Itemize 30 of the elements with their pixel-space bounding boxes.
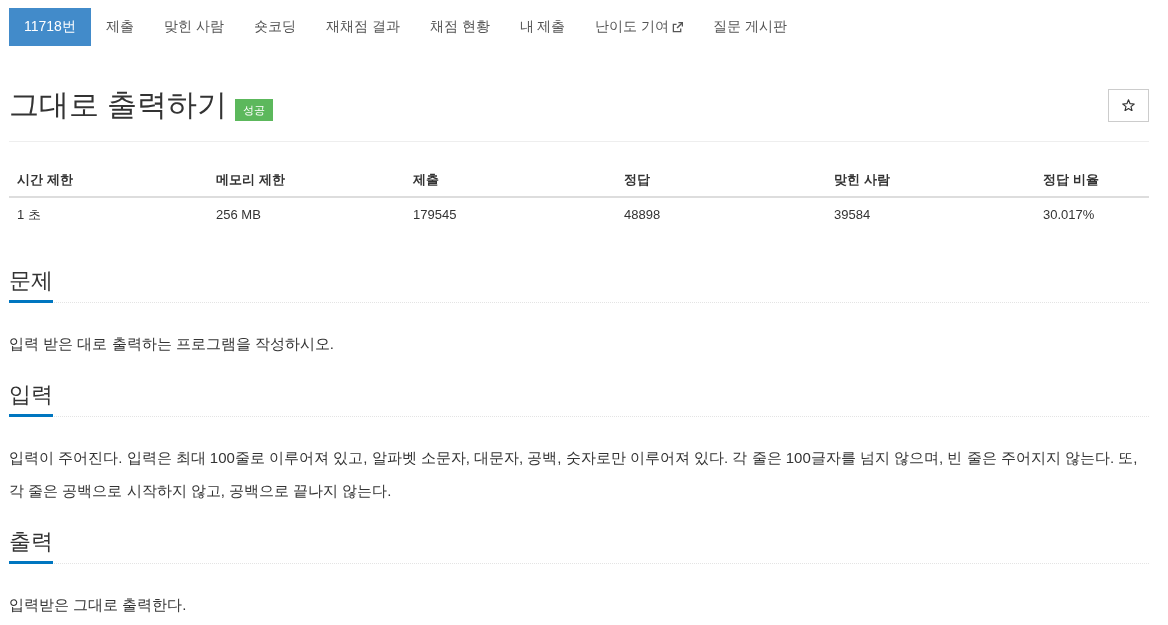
table-cell: 179545: [405, 197, 616, 232]
table-cell: 39584: [826, 197, 1035, 232]
problem-tab[interactable]: 난이도 기여: [580, 8, 699, 46]
section-text: 입력받은 그대로 출력한다.: [9, 595, 188, 615]
problem-tab[interactable]: 재채점 결과: [310, 8, 415, 46]
section-heading: 출력: [9, 527, 53, 564]
section-text: 입력이 주어진다. 입력은 최대 100줄로 이루어져 있고, 알파벳 소문자, 대문자, 공백, 숫자로만 이루어져 있다. 각 줄은 100글자를 넘지 않으며, 빈 줄은 주어지지 않는다. 또, 각 줄은 공백으로 시작하지 않고, 공백으로 끝나지 않는다.: [9, 448, 1139, 501]
table-cell: 48898: [616, 197, 826, 232]
section-heading: 입력: [9, 380, 53, 417]
problem-tab[interactable]: 맞힌 사람: [148, 8, 239, 46]
table-cell: 256 MB: [208, 197, 405, 232]
section-text: 입력 받은 대로 출력하는 프로그램을 작성하시오.: [9, 334, 335, 354]
problem-tab[interactable]: 11718번: [9, 8, 91, 46]
column-header: 정답 비율: [1035, 164, 1149, 197]
problem-tab[interactable]: 내 제출: [504, 8, 581, 46]
result-badge: 성공: [235, 99, 274, 121]
problem-tab[interactable]: 채점 현황: [414, 8, 505, 46]
table-cell: 30.017%: [1035, 197, 1149, 232]
column-header: 메모리 제한: [208, 164, 405, 197]
table-cell: 1 초: [9, 197, 208, 232]
section-heading: 문제: [9, 266, 53, 303]
column-header: 정답: [616, 164, 826, 197]
column-header: 제출: [405, 164, 616, 197]
problem-tab[interactable]: 질문 게시판: [698, 8, 803, 46]
problem-tab[interactable]: 숏코딩: [238, 8, 311, 46]
favorite-button[interactable]: [1108, 88, 1149, 122]
column-header: 맞힌 사람: [826, 164, 1035, 197]
problem-title: 그대로 출력하기: [9, 87, 228, 123]
problem-tab[interactable]: 제출: [90, 8, 149, 46]
column-header: 시간 제한: [9, 164, 208, 197]
